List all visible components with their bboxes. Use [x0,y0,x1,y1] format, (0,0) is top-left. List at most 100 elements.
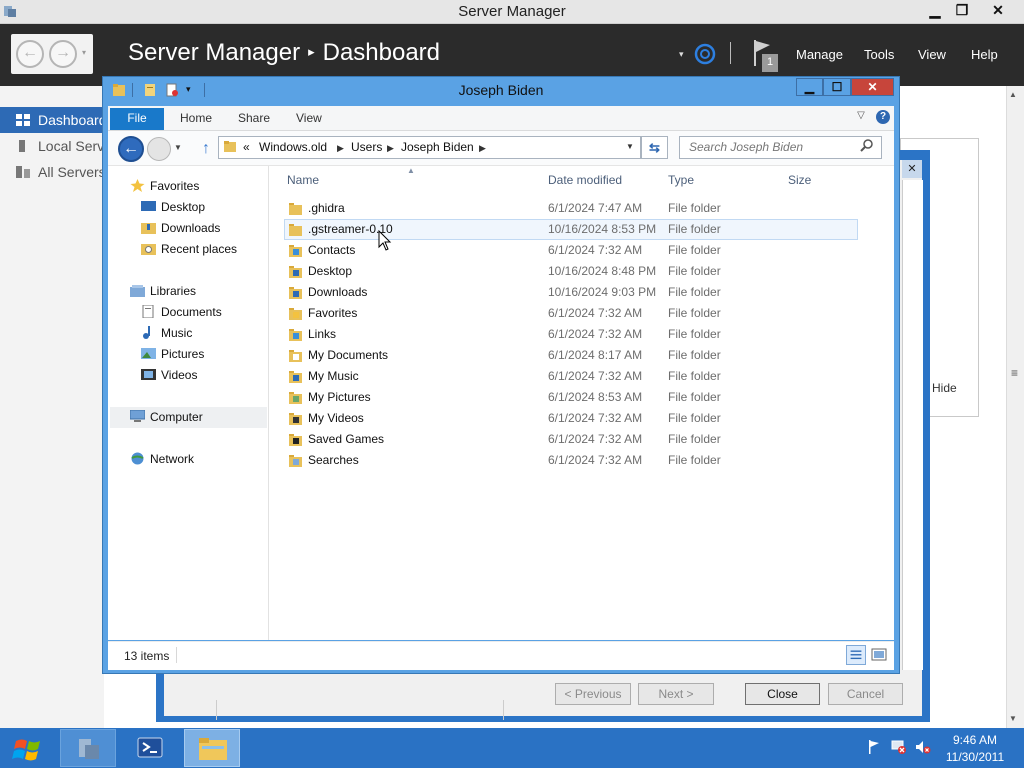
sort-ascending-icon: ▲ [407,166,415,175]
clock-date[interactable]: 11/30/2011 [940,750,1010,764]
computer-icon [130,410,145,422]
folder-icon [224,141,236,152]
downloads-folder-icon [141,223,156,234]
server-manager-app-icon [79,739,99,759]
taskbar-powershell[interactable] [122,729,178,767]
saved-games-folder-icon [289,434,302,446]
history-dropdown-icon[interactable]: ▾ [82,48,86,57]
contacts-folder-icon [289,245,302,257]
tab-home[interactable]: Home [180,108,212,130]
menu-help[interactable]: Help [971,47,998,62]
tab-view[interactable]: View [296,108,322,130]
close-button[interactable]: Close [745,683,820,705]
column-header-date-modified[interactable]: Date modified [548,173,622,187]
previous-button[interactable]: < Previous [555,683,631,705]
address-overflow[interactable]: « [243,140,250,154]
sidebar-item-all-servers[interactable]: All Servers [0,159,104,185]
scroll-thumb-grip-icon[interactable]: ≡ [1011,366,1018,380]
table-row[interactable]: My Documents 6/1/2024 8:17 AM File folder [284,345,858,366]
sidebar-item-local-server[interactable]: Local Server [0,133,104,159]
notifications-count: 1 [766,56,774,68]
nav-item-label: Music [161,326,193,340]
file-type: File folder [668,285,721,299]
file-type: File folder [668,306,721,320]
back-arrow-icon[interactable]: ← [16,40,44,68]
tab-share[interactable]: Share [238,108,270,130]
file-name: Links [308,327,337,341]
action-center-flag-icon[interactable] [866,739,882,755]
chevron-right-icon[interactable]: ▶ [479,140,486,156]
nav-item-label: Network [150,452,195,466]
table-row[interactable]: Favorites 6/1/2024 7:32 AM File folder [284,303,858,324]
details-view-icon[interactable] [846,645,866,665]
table-row[interactable]: Searches 6/1/2024 7:32 AM File folder [284,450,858,471]
close-window-button[interactable]: ✕ [851,78,894,96]
back-arrow-icon[interactable]: ← [118,136,144,162]
taskbar-file-explorer[interactable] [184,729,240,767]
restore-button[interactable]: ❐ [944,0,980,22]
hide-welcome-link[interactable]: Hide [932,381,957,395]
table-row[interactable]: Downloads 10/16/2024 9:03 PM File folder [284,282,858,303]
folder-icon [289,224,302,236]
forward-arrow-icon[interactable] [147,137,171,161]
forward-arrow-icon[interactable]: → [49,40,77,68]
column-header-type[interactable]: Type [668,173,694,187]
next-button[interactable]: Next > [638,683,714,705]
wizard-close-icon[interactable]: ✕ [902,160,922,178]
address-segment-windows-old[interactable]: Windows.old [259,140,327,154]
taskbar-server-manager[interactable] [60,729,116,767]
menu-tools[interactable]: Tools [864,47,894,62]
maximize-button[interactable]: ☐ [823,78,851,96]
refresh-icon[interactable] [692,41,718,67]
videos-icon [141,369,156,380]
file-date-modified: 6/1/2024 7:32 AM [548,369,643,383]
close-window-button[interactable]: ✕ [980,0,1016,22]
clock-time[interactable]: 9:46 AM [940,733,1010,747]
minimize-button[interactable]: ▁ [796,78,823,96]
scroll-up-icon[interactable]: ▲ [1009,90,1017,99]
expand-ribbon-icon[interactable]: ▽ [855,110,867,122]
scroll-down-icon[interactable]: ▼ [1009,714,1017,723]
nav-item-label: Computer [150,410,203,424]
recent-locations-dropdown-icon[interactable]: ▼ [174,143,184,153]
address-history-dropdown-icon[interactable]: ▼ [626,142,634,151]
address-segment-users[interactable]: Users [351,140,382,154]
status-divider [176,647,177,663]
menu-manage[interactable]: Manage [796,47,843,62]
table-row[interactable]: Links 6/1/2024 7:32 AM File folder [284,324,858,345]
column-header-name[interactable]: Name [287,173,319,187]
table-row[interactable]: My Pictures 6/1/2024 8:53 AM File folder [284,387,858,408]
help-icon[interactable]: ? [876,110,890,124]
refresh-icon[interactable]: ⇆ [641,136,668,159]
chevron-right-icon[interactable]: ▶ [337,140,344,156]
large-icons-view-icon[interactable] [869,645,889,665]
file-name: Favorites [308,306,358,320]
table-row[interactable]: My Music 6/1/2024 7:32 AM File folder [284,366,858,387]
up-arrow-icon[interactable]: ↑ [197,140,215,158]
menu-view[interactable]: View [918,47,946,62]
breadcrumb-separator-icon: ▸ [308,44,315,59]
table-row[interactable]: Desktop 10/16/2024 8:48 PM File folder [284,261,858,282]
videos-folder-icon [289,413,302,425]
file-date-modified: 6/1/2024 8:17 AM [548,348,643,362]
table-row[interactable]: .gstreamer-0.10 10/16/2024 8:53 PM File fo… [284,219,858,240]
sidebar-item-dashboard[interactable]: Dashboard [0,107,104,133]
chevron-right-icon[interactable]: ▶ [387,140,394,156]
file-date-modified: 10/16/2024 9:03 PM [548,285,657,299]
table-row[interactable]: Contacts 6/1/2024 7:32 AM File folder [284,240,858,261]
table-row[interactable]: .ghidra 6/1/2024 7:47 AM File folder [284,198,858,219]
table-row[interactable]: Saved Games 6/1/2024 7:32 AM File folder [284,429,858,450]
vertical-scrollbar[interactable] [1006,86,1024,728]
column-header-size[interactable]: Size [788,173,811,187]
start-button-windows-logo-icon[interactable] [8,732,48,766]
table-row[interactable]: My Videos 6/1/2024 7:32 AM File folder [284,408,858,429]
volume-muted-icon[interactable] [915,739,931,755]
network-disconnected-icon[interactable] [891,739,907,755]
nav-item-label: Recent places [161,242,238,256]
address-segment-joseph-biden[interactable]: Joseph Biden [401,140,474,154]
tab-file[interactable]: File [110,108,164,130]
search-icon[interactable] [860,139,874,153]
refresh-dropdown-icon[interactable]: ▾ [679,49,684,60]
file-type: File folder [668,390,721,404]
cancel-button[interactable]: Cancel [828,683,903,705]
